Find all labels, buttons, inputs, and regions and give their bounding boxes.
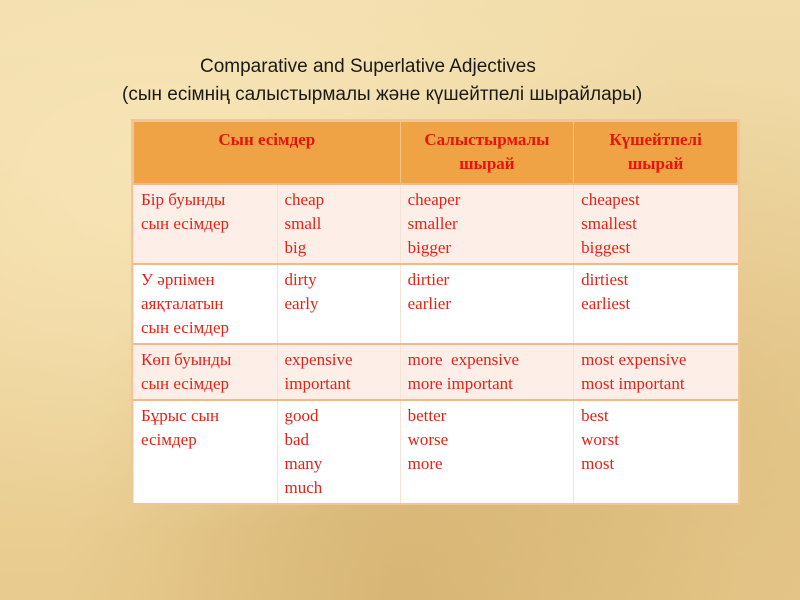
cell-line: better — [407, 406, 447, 425]
cell-line: smaller — [407, 214, 458, 233]
cell-line: smallest — [581, 214, 637, 233]
table-row: Бұрыс сын есімдер good bad many much bet… — [133, 399, 738, 503]
cell-line: есімдер — [141, 430, 197, 449]
cell-line: biggest — [581, 238, 631, 257]
cell-line: cheapest — [581, 190, 640, 209]
cell-line: many — [284, 454, 323, 473]
superlative-cell: most expensive most important — [573, 343, 738, 400]
cell-line: much — [284, 478, 323, 497]
comparative-cell: more expensive more important — [399, 343, 574, 400]
table-row: У әрпімен аяқталатын сын есімдер dirty e… — [133, 263, 738, 344]
cell-line: most important — [581, 374, 685, 393]
base-cell: good bad many much — [276, 399, 401, 503]
cell-line: аяқталатын — [141, 294, 224, 313]
header-superlative: Күшейтпелі шырай — [573, 121, 738, 185]
table-header-row: Сын есімдер Салыстырмалы шырай Күшейтпел… — [133, 121, 738, 185]
cell-line: cheaper — [407, 190, 461, 209]
cell-line: early — [284, 294, 319, 313]
cell-line: earliest — [581, 294, 631, 313]
adjectives-table: Сын есімдер Салыстырмалы шырай Күшейтпел… — [131, 119, 740, 505]
cell-line: expensive — [284, 350, 353, 369]
category-cell: Көп буынды сын есімдер — [133, 343, 278, 400]
cell-line: cheap — [284, 190, 325, 209]
cell-line: big — [284, 238, 307, 257]
superlative-cell: best worst most — [573, 399, 738, 503]
cell-line: more important — [407, 374, 513, 393]
cell-line: dirtiest — [581, 270, 629, 289]
cell-line: Көп буынды — [141, 350, 232, 369]
table-row: Көп буынды сын есімдер expensive importa… — [133, 343, 738, 400]
cell-line: сын есімдер — [141, 318, 230, 337]
cell-line: worse — [407, 430, 449, 449]
category-cell: У әрпімен аяқталатын сын есімдер — [133, 263, 278, 344]
cell-line: Бір буынды — [141, 190, 226, 209]
cell-line: important — [284, 374, 351, 393]
comparative-cell: better worse more — [399, 399, 574, 503]
cell-line: more — [407, 454, 443, 473]
base-cell: cheap small big — [276, 183, 401, 264]
category-cell: Бұрыс сын есімдер — [133, 399, 278, 503]
cell-line: best — [581, 406, 609, 425]
cell-line: dirty — [284, 270, 317, 289]
cell-line: most — [581, 454, 615, 473]
cell-line: сын есімдер — [141, 214, 230, 233]
cell-line: earlier — [407, 294, 452, 313]
cell-line: worst — [581, 430, 619, 449]
cell-line: dirtier — [407, 270, 450, 289]
cell-line: good — [284, 406, 319, 425]
header-adjectives: Сын есімдер — [133, 121, 401, 185]
cell-line: bigger — [407, 238, 452, 257]
superlative-cell: dirtiest earliest — [573, 263, 738, 344]
slide-subtitle: (сын есімнің салыстырмалы және күшейтпел… — [122, 84, 643, 105]
cell-line: У әрпімен — [141, 270, 215, 289]
cell-line: сын есімдер — [141, 374, 230, 393]
table-row: Бір буынды сын есімдер cheap small big c… — [133, 183, 738, 264]
cell-line: more expensive — [407, 350, 520, 369]
cell-line: small — [284, 214, 322, 233]
category-cell: Бір буынды сын есімдер — [133, 183, 278, 264]
superlative-cell: cheapest smallest biggest — [573, 183, 738, 264]
slide-title: Comparative and Superlative Adjectives — [200, 56, 536, 77]
cell-line: bad — [284, 430, 310, 449]
header-comparative: Салыстырмалы шырай — [399, 121, 575, 185]
cell-line: Бұрыс сын — [141, 406, 220, 425]
base-cell: expensive important — [276, 343, 401, 400]
cell-line: most expensive — [581, 350, 687, 369]
comparative-cell: dirtier earlier — [399, 263, 574, 344]
comparative-cell: cheaper smaller bigger — [399, 183, 574, 264]
base-cell: dirty early — [276, 263, 401, 344]
